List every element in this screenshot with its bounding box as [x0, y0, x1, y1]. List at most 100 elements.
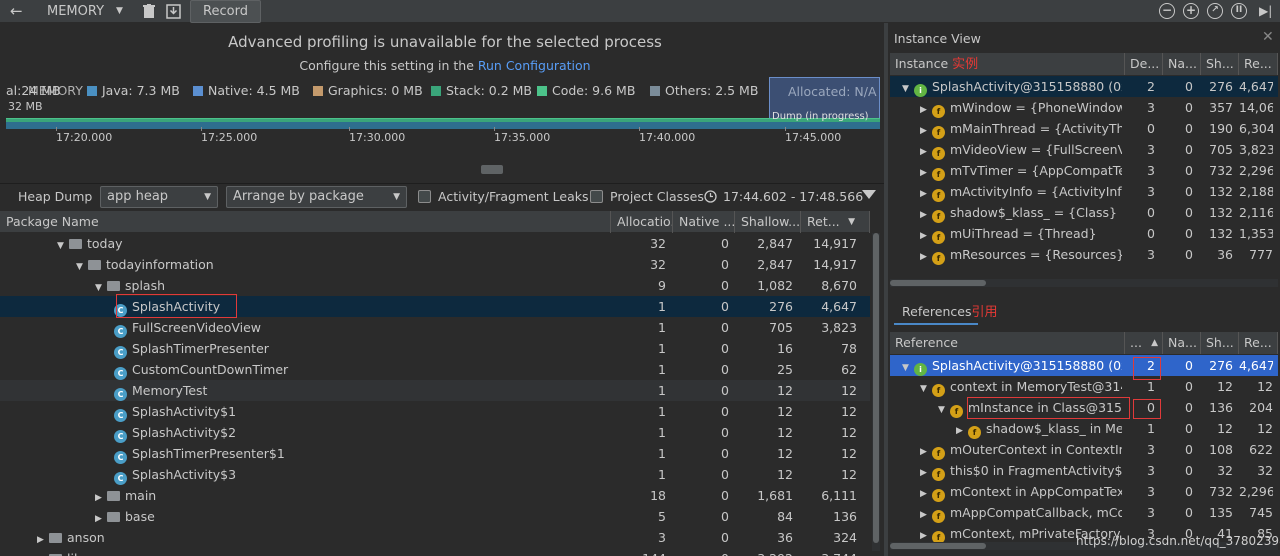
tree-row[interactable]: ▶ f mResources = {Resources} 3 0 36 777: [890, 244, 1278, 265]
tree-row[interactable]: ▼ i SplashActivity@315158880 (0x1 2 0 276 4,64…: [890, 76, 1278, 97]
col-depth[interactable]: De...: [1125, 53, 1163, 75]
chevron-down-icon[interactable]: ▼: [938, 400, 950, 418]
table-row[interactable]: C CustomCountDownTimer 1 0 25 62: [0, 359, 870, 380]
tree-row[interactable]: ▶ f mOuterContext in ContextIm 3 0 108 622: [890, 439, 1278, 460]
tree-row[interactable]: ▶ f mContext in AppCompatTex 3 0 732 2,296: [890, 481, 1278, 502]
trash-icon[interactable]: [143, 0, 155, 23]
record-button[interactable]: Record: [190, 0, 261, 23]
table-row[interactable]: ▼ splash 9 0 1,082 8,670: [0, 275, 870, 296]
chevron-right-icon[interactable]: ▶: [920, 247, 932, 265]
chevron-right-icon[interactable]: ▶: [920, 505, 932, 523]
references-tab[interactable]: References引用: [902, 302, 997, 322]
table-row[interactable]: ▼ todayinformation 32 0 2,847 14,917: [0, 254, 870, 275]
chevron-right-icon[interactable]: ▶: [920, 205, 932, 223]
col-package-name[interactable]: Package Name: [0, 211, 611, 233]
table-row[interactable]: ▶ libcore 144 0 3,292 3,744: [0, 548, 870, 556]
pause-icon[interactable]: II: [1231, 3, 1247, 19]
filter-icon[interactable]: [862, 190, 876, 199]
chevron-right-icon[interactable]: ▶: [37, 530, 49, 548]
project-classes-checkbox[interactable]: [590, 190, 603, 203]
chevron-down-icon[interactable]: ▼: [902, 79, 914, 97]
chevron-right-icon[interactable]: ▶: [956, 421, 968, 439]
table-row[interactable]: C MemoryTest 1 0 12 12: [0, 380, 870, 401]
tree-row[interactable]: ▼ i SplashActivity@315158880 (0x1 2 0 276 4,64…: [890, 355, 1278, 376]
col-shallow[interactable]: Sh...: [1201, 332, 1239, 354]
col-retained[interactable]: Re...: [1239, 53, 1278, 75]
scrollbar-thumb[interactable]: [890, 280, 986, 286]
chevron-right-icon[interactable]: ▶: [920, 163, 932, 181]
chevron-right-icon[interactable]: ▶: [920, 526, 932, 542]
tree-row[interactable]: ▶f mWindow = {PhoneWindow} 3 0 357 14,069: [890, 97, 1278, 118]
chevron-right-icon[interactable]: ▶: [920, 463, 932, 481]
table-row[interactable]: ▶ anson 3 0 36 324: [0, 527, 870, 548]
chevron-down-icon[interactable]: ▼: [902, 358, 914, 376]
chevron-right-icon[interactable]: ▶: [920, 442, 932, 460]
chevron-right-icon[interactable]: ▶: [920, 100, 932, 118]
table-row[interactable]: C SplashActivity$3 1 0 12 12: [0, 464, 870, 485]
chevron-right-icon[interactable]: ▶: [920, 121, 932, 139]
col-native[interactable]: Native ...: [673, 211, 735, 233]
col-shallow[interactable]: Shallow...: [735, 211, 801, 233]
tree-row[interactable]: ▶ f mActivityInfo = {ActivityInfo} 3 0 132 2,1…: [890, 181, 1278, 202]
table-row[interactable]: C SplashActivity$2 1 0 12 12: [0, 422, 870, 443]
scrollbar-thumb[interactable]: [890, 543, 986, 549]
chevron-down-icon[interactable]: ▼: [116, 0, 123, 23]
chevron-down-icon[interactable]: ▼: [920, 379, 932, 397]
col-instance[interactable]: Instance 实例: [890, 53, 1125, 75]
chevron-right-icon[interactable]: ▶: [920, 184, 932, 202]
col-reference[interactable]: Reference: [890, 332, 1125, 354]
table-row[interactable]: ▶ main 18 0 1,681 6,111: [0, 485, 870, 506]
tree-row[interactable]: ▼ f context in MemoryTest@314 1 0 12 12: [890, 376, 1278, 397]
go-live-icon[interactable]: ▶|: [1259, 0, 1272, 23]
chevron-right-icon[interactable]: ▶: [95, 488, 107, 506]
scrollbar-thumb[interactable]: [873, 233, 879, 543]
col-native[interactable]: Na...: [1163, 332, 1201, 354]
cell-native: 0: [721, 404, 729, 419]
table-vertical-scrollbar[interactable]: [872, 233, 880, 551]
chevron-right-icon[interactable]: ▶: [920, 484, 932, 502]
reset-zoom-icon[interactable]: ↗: [1207, 3, 1223, 19]
col-retained[interactable]: Ret... ▼: [801, 211, 870, 233]
memory-chart[interactable]: al:24 MB MEMORY Java: 7.3 MB Native: 4.5…: [0, 77, 884, 177]
chevron-right-icon[interactable]: ▶: [920, 142, 932, 160]
tree-row[interactable]: ▶ f shadow$_klass_ = {Class} 0 0 132 2,116: [890, 202, 1278, 223]
tree-row[interactable]: ▶ f mUiThread = {Thread} 0 0 132 1,353: [890, 223, 1278, 244]
heap-select[interactable]: app heap ▼: [100, 186, 218, 208]
table-row[interactable]: ▼ today 32 0 2,847 14,917: [0, 233, 870, 254]
zoom-out-icon[interactable]: −: [1159, 3, 1175, 19]
tree-row[interactable]: ▶ f mTvTimer = {AppCompatTex 3 0 732 2,296: [890, 160, 1278, 181]
col-allocations[interactable]: Allocatio...: [611, 211, 673, 233]
tree-row[interactable]: ▶ f shadow$_klass_ in Mem 1 0 12 12: [890, 418, 1278, 439]
chevron-down-icon[interactable]: ▼: [76, 257, 88, 275]
table-row[interactable]: ▶ base 5 0 84 136: [0, 506, 870, 527]
table-row[interactable]: C FullScreenVideoView 1 0 705 3,823: [0, 317, 870, 338]
arrow-left-icon[interactable]: ←: [10, 0, 23, 23]
table-row[interactable]: C SplashTimerPresenter 1 0 16 78: [0, 338, 870, 359]
chevron-down-icon[interactable]: ▼: [57, 236, 69, 254]
tree-row[interactable]: ▶ f mAppCompatCallback, mCor 3 0 135 745: [890, 502, 1278, 523]
tree-name-cell: ▶ f mActivityInfo = {ActivityInfo}: [920, 181, 1122, 202]
tree-row[interactable]: ▶ f this$0 in FragmentActivity$1 3 0 32 32: [890, 460, 1278, 481]
instance-horizontal-scrollbar[interactable]: [890, 279, 1278, 287]
close-icon[interactable]: ✕: [1262, 29, 1274, 45]
chevron-down-icon[interactable]: ▼: [95, 278, 107, 296]
tree-row[interactable]: ▶ f mVideoView = {FullScreenVic 3 0 705 3,823: [890, 139, 1278, 160]
leaks-checkbox[interactable]: [418, 190, 431, 203]
tree-row[interactable]: ▶ f mMainThread = {ActivityThre 0 0 190 6,304: [890, 118, 1278, 139]
table-row[interactable]: C SplashActivity$1 1 0 12 12: [0, 401, 870, 422]
col-retained[interactable]: Re...: [1239, 332, 1278, 354]
timeline-scrollbar[interactable]: [481, 165, 503, 174]
col-native[interactable]: Na...: [1163, 53, 1201, 75]
run-configuration-link[interactable]: Run Configuration: [478, 58, 591, 73]
chevron-right-icon[interactable]: ▶: [920, 226, 932, 244]
arrange-select[interactable]: Arrange by package ▼: [226, 186, 407, 208]
zoom-in-icon[interactable]: +: [1183, 3, 1199, 19]
col-shallow[interactable]: Sh...: [1201, 53, 1239, 75]
heap-dump-icon[interactable]: [166, 0, 181, 23]
col-depth[interactable]: ... ▲: [1125, 332, 1163, 354]
chevron-right-icon[interactable]: ▶: [37, 551, 49, 556]
chevron-right-icon[interactable]: ▶: [95, 509, 107, 527]
cell-shallow: 1,082: [757, 278, 793, 293]
table-row[interactable]: C SplashTimerPresenter$1 1 0 12 12: [0, 443, 870, 464]
tree-name: this$0 in FragmentActivity$1: [950, 463, 1122, 478]
